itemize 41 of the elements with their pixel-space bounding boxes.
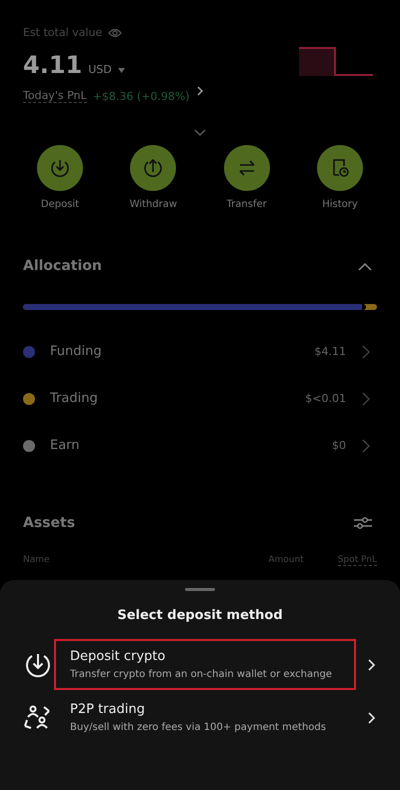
account-name[interactable]: Funding: [50, 344, 314, 359]
pnl-value: +$8.36 (+0.98%): [92, 90, 190, 102]
account-name[interactable]: Earn: [50, 438, 332, 453]
withdraw-button[interactable]: [130, 145, 176, 191]
option-title: Deposit crypto: [70, 649, 166, 664]
pnl-label[interactable]: Today's PnL: [23, 89, 87, 103]
action-label: Transfer: [226, 199, 267, 210]
chevron-right-icon[interactable]: [196, 86, 204, 96]
download-icon: [49, 157, 71, 179]
eye-icon[interactable]: [108, 28, 122, 38]
action-label: Deposit: [40, 199, 80, 210]
currency-selector[interactable]: USD: [88, 63, 112, 76]
chevron-down-icon[interactable]: [194, 129, 206, 137]
section-title: Assets: [23, 515, 76, 531]
transfer-button[interactable]: [224, 145, 270, 191]
account-value: $0: [332, 439, 346, 452]
column-header: Amount: [268, 555, 304, 566]
caret-down-icon[interactable]: [118, 68, 125, 73]
total-value-label: Est total value: [23, 26, 102, 39]
upload-icon: [142, 157, 164, 179]
section-title: Allocation: [23, 258, 102, 274]
option-description: Transfer crypto from an on-chain wallet or exchange: [70, 669, 333, 680]
total-value: 4.11: [23, 51, 82, 79]
sheet-title: Select deposit method: [116, 608, 284, 623]
account-name[interactable]: Trading: [50, 391, 306, 406]
action-label: Withdraw: [130, 199, 178, 210]
option-description: Buy/sell with zero fees via 100+ payment methods: [70, 722, 327, 733]
column-header: Name: [23, 555, 51, 566]
deposit-option[interactable]: Deposit crypto Transfer crypto from an on-chain wallet or exchange: [54, 639, 356, 690]
people-exchange-icon: [24, 704, 52, 732]
collapse-icon[interactable]: [358, 262, 372, 270]
action-label: History: [322, 199, 358, 210]
option-title: P2P trading: [70, 702, 146, 717]
account-value: $4.11: [314, 345, 346, 358]
deposit-button[interactable]: [37, 145, 83, 191]
filter-icon[interactable]: [354, 515, 372, 531]
drag-handle[interactable]: [185, 588, 215, 591]
account-value: $<0.01: [305, 392, 346, 405]
history-button[interactable]: [316, 145, 363, 191]
deposit-option[interactable]: P2P trading Buy/sell with zero fees via 100+ payment methods: [54, 692, 356, 743]
column-header: Spot PnL: [338, 555, 377, 566]
